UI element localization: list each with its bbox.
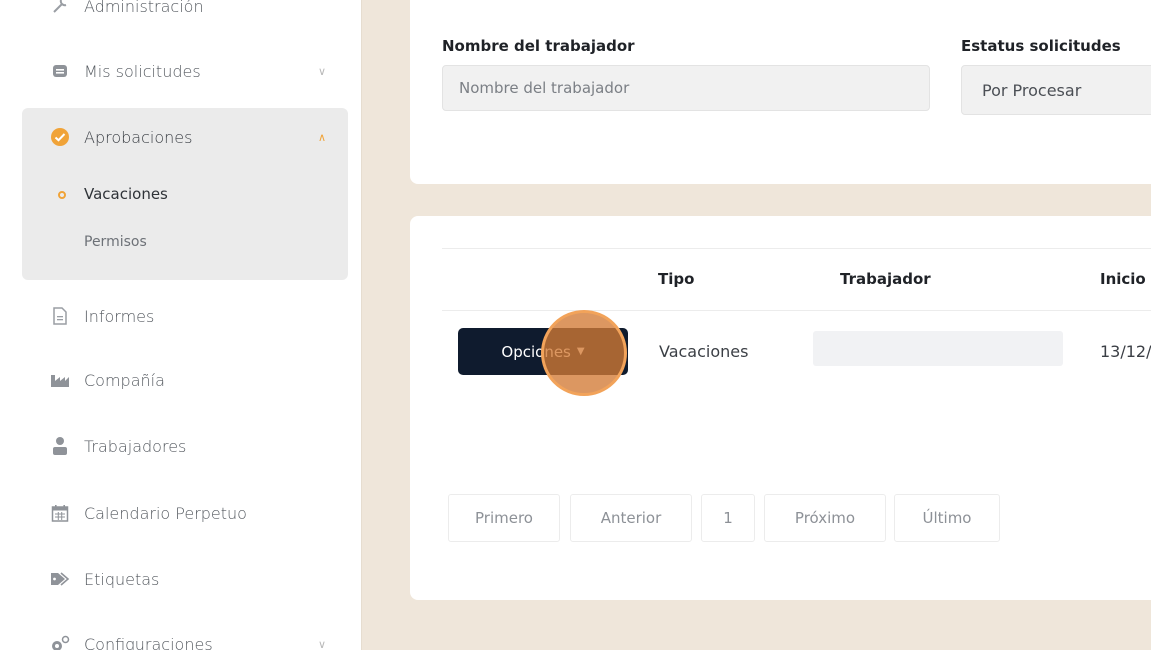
sidebar-subitem-vacaciones[interactable]: Vacaciones — [84, 185, 168, 203]
sidebar-item-label: Trabajadores — [84, 436, 187, 456]
sidebar-item-etiquetas[interactable]: Etiquetas — [22, 555, 348, 603]
pagination-next[interactable]: Próximo — [764, 494, 886, 542]
workers-icon — [50, 436, 70, 456]
gears-icon — [50, 634, 70, 650]
chevron-up-icon: ∧ — [317, 130, 326, 144]
sidebar-subitem-permisos[interactable]: Permisos — [84, 234, 147, 250]
sidebar-item-label: Mis solicitudes — [84, 61, 201, 81]
active-dot-icon — [58, 191, 66, 199]
sidebar-item-label: Aprobaciones — [84, 127, 193, 147]
pagination-page-label: 1 — [723, 509, 733, 527]
pagination-first[interactable]: Primero — [448, 494, 560, 542]
pagination-last[interactable]: Último — [894, 494, 1000, 542]
sidebar-item-aprobaciones[interactable]: Aprobaciones ∧ — [22, 113, 348, 161]
sidebar-item-compania[interactable]: Compañía — [22, 356, 348, 404]
wrench-icon — [50, 0, 70, 16]
request-icon — [50, 61, 70, 81]
pagination-first-label: Primero — [475, 509, 533, 527]
status-label: Estatus solicitudes — [961, 37, 1121, 55]
sidebar-item-informes[interactable]: Informes — [22, 292, 348, 340]
options-dropdown-button[interactable]: Opciones ▼ — [458, 328, 628, 375]
cell-tipo: Vacaciones — [659, 342, 749, 361]
sidebar-item-label: Informes — [84, 306, 155, 326]
factory-icon — [50, 370, 70, 390]
requests-table-card — [410, 216, 1151, 600]
sidebar-item-label: Compañía — [84, 370, 165, 390]
status-select[interactable]: Por Procesar — [961, 65, 1151, 115]
pagination-page-1[interactable]: 1 — [701, 494, 755, 542]
column-header-trabajador: Trabajador — [840, 270, 931, 288]
cell-trabajador-redacted — [813, 331, 1063, 366]
calendar-icon — [50, 503, 70, 523]
sidebar-item-administracion[interactable]: Administración — [22, 0, 348, 30]
cell-inicio: 13/12/2 — [1100, 342, 1151, 361]
options-button-label: Opciones — [501, 342, 571, 361]
tags-icon — [50, 569, 70, 589]
table-header-divider — [442, 310, 1151, 311]
pagination-next-label: Próximo — [794, 509, 856, 527]
pagination-last-label: Último — [922, 509, 972, 527]
caret-down-icon: ▼ — [576, 346, 585, 357]
pagination-previous-label: Anterior — [600, 509, 662, 527]
sidebar-item-label: Administración — [84, 0, 204, 16]
sidebar: Administración Mis solicitudes ∨ Aprobac… — [0, 0, 362, 650]
sidebar-item-label: Etiquetas — [84, 569, 160, 589]
sidebar-item-mis-solicitudes[interactable]: Mis solicitudes ∨ — [22, 47, 348, 95]
worker-name-label: Nombre del trabajador — [442, 37, 635, 55]
sidebar-item-label: Configuraciones — [84, 634, 213, 650]
sidebar-item-label: Calendario Perpetuo — [84, 503, 247, 523]
document-icon — [50, 306, 70, 326]
chevron-down-icon: ∨ — [317, 64, 326, 78]
status-select-value: Por Procesar — [982, 80, 1082, 100]
chevron-down-icon: ∨ — [317, 637, 326, 650]
sidebar-item-trabajadores[interactable]: Trabajadores — [22, 422, 348, 470]
sidebar-item-configuraciones[interactable]: Configuraciones ∨ — [22, 620, 348, 650]
sidebar-item-calendario-perpetuo[interactable]: Calendario Perpetuo — [22, 489, 348, 537]
pagination-previous[interactable]: Anterior — [570, 494, 692, 542]
column-header-tipo: Tipo — [658, 270, 695, 288]
column-header-inicio: Inicio — [1100, 270, 1146, 288]
worker-name-input[interactable] — [442, 65, 930, 111]
check-circle-icon — [50, 127, 70, 147]
table-top-divider — [442, 248, 1151, 249]
